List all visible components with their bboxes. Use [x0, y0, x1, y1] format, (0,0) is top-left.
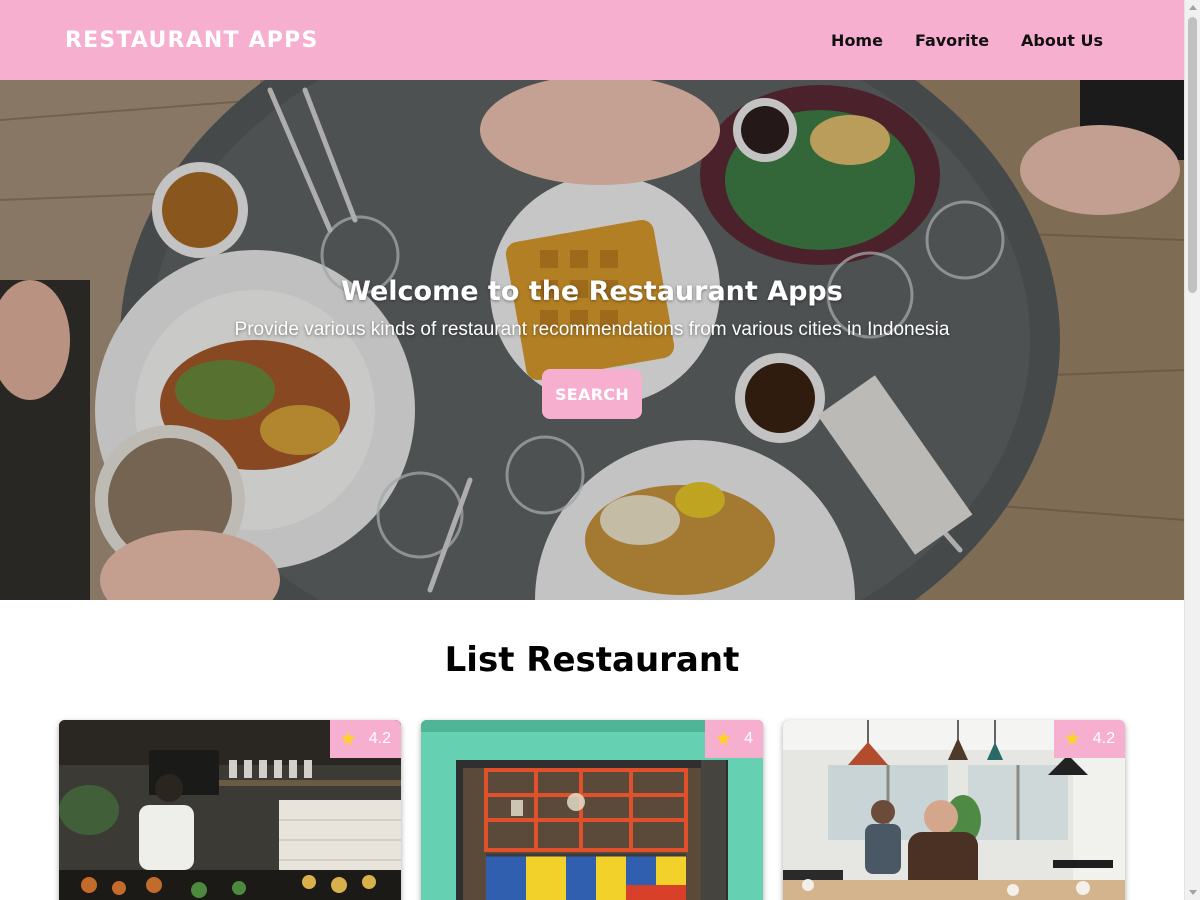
rating-value: 4.2: [1092, 730, 1115, 747]
app-bar: RESTAURANT APPS Home Favorite About Us: [0, 0, 1184, 80]
list-title: List Restaurant: [444, 640, 740, 680]
restaurant-card[interactable]: ★ 4.2: [783, 720, 1125, 900]
nav-about-link[interactable]: About Us: [1021, 31, 1103, 50]
star-icon: ★: [715, 728, 733, 750]
app-brand[interactable]: RESTAURANT APPS: [65, 28, 319, 53]
rating-badge: ★ 4: [705, 720, 763, 758]
star-icon: ★: [339, 728, 357, 750]
nav-favorite-link[interactable]: Favorite: [915, 31, 989, 50]
rating-badge: ★ 4.2: [1053, 720, 1125, 758]
scroll-thumb[interactable]: [1188, 17, 1197, 293]
hero-title: Welcome to the Restaurant Apps: [341, 276, 843, 307]
search-button[interactable]: SEARCH: [542, 369, 642, 419]
hero-content: Welcome to the Restaurant Apps Provide v…: [0, 276, 1184, 419]
scroll-down-icon[interactable]: [1189, 890, 1197, 895]
restaurant-card[interactable]: ★ 4: [421, 720, 763, 900]
restaurant-list: ★ 4.2 ★ 4 ★ 4.2: [59, 720, 1125, 900]
rating-value: 4.2: [368, 730, 391, 747]
rating-value: 4: [744, 730, 753, 747]
nav-home-link[interactable]: Home: [831, 31, 883, 50]
restaurant-card[interactable]: ★ 4.2: [59, 720, 401, 900]
rating-badge: ★ 4.2: [329, 720, 401, 758]
main-nav: Home Favorite About Us: [831, 31, 1103, 50]
page-scrollbar[interactable]: [1184, 0, 1200, 900]
star-icon: ★: [1063, 728, 1081, 750]
hero-subtitle: Provide various kinds of restaurant reco…: [234, 319, 950, 340]
hero-section: Welcome to the Restaurant Apps Provide v…: [0, 80, 1184, 600]
scroll-up-icon[interactable]: [1189, 5, 1197, 10]
